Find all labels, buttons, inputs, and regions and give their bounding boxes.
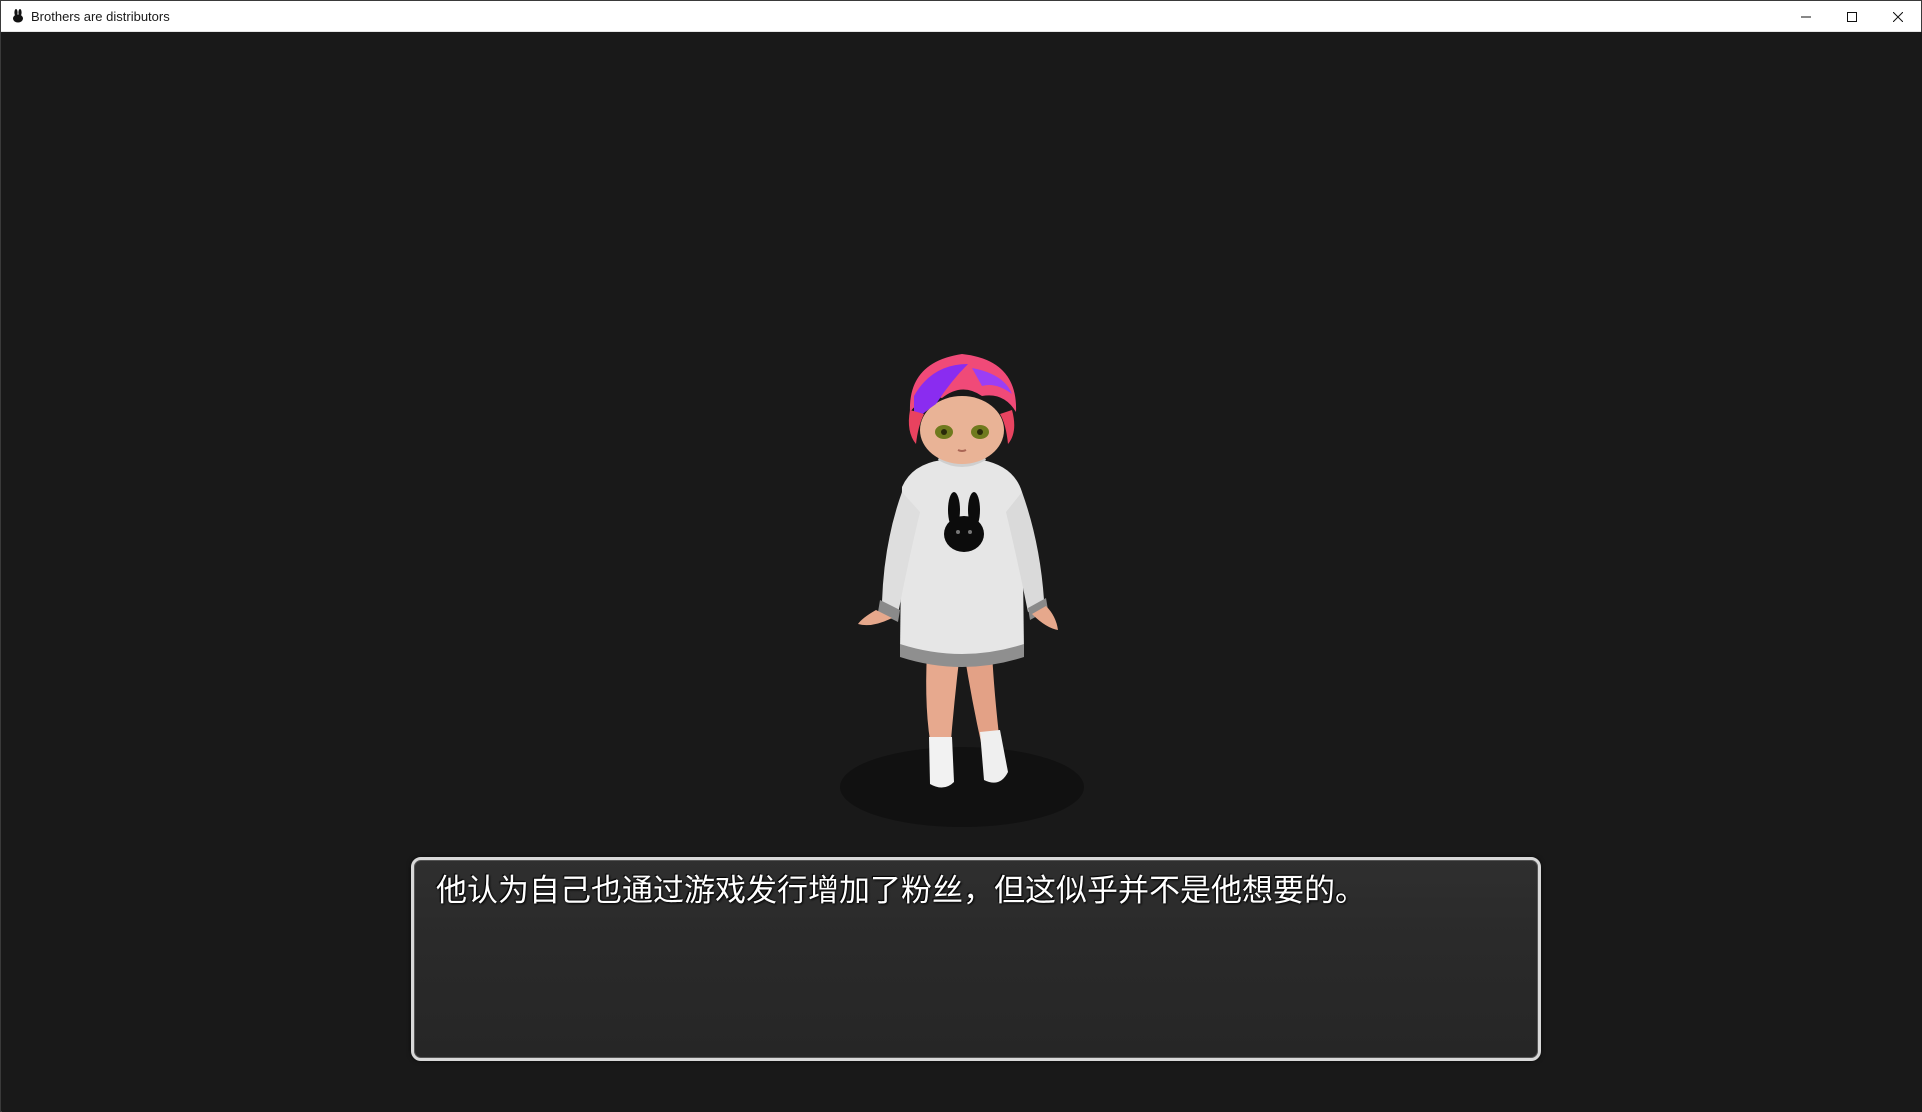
minimize-button[interactable] xyxy=(1783,1,1829,31)
maximize-icon xyxy=(1847,7,1857,26)
game-window: Brothers are distributors 他认为自己也通过游戏发行增加… xyxy=(0,0,1922,1112)
dialog-box[interactable]: 他认为自己也通过游戏发行增加了粉丝，但这似乎并不是他想要的。 xyxy=(411,857,1541,1061)
window-controls xyxy=(1783,1,1921,31)
minimize-icon xyxy=(1801,7,1811,26)
game-viewport[interactable]: 他认为自己也通过游戏发行增加了粉丝，但这似乎并不是他想要的。 xyxy=(2,32,1922,1112)
window-title: Brothers are distributors xyxy=(31,8,170,24)
close-icon xyxy=(1892,7,1904,26)
close-button[interactable] xyxy=(1875,1,1921,31)
title-bar[interactable]: Brothers are distributors xyxy=(1,1,1921,32)
maximize-button[interactable] xyxy=(1829,1,1875,31)
character-sprite xyxy=(840,354,1084,827)
dialog-text: 他认为自己也通过游戏发行增加了粉丝，但这似乎并不是他想要的。 xyxy=(436,873,1366,909)
rabbit-icon xyxy=(11,8,25,24)
